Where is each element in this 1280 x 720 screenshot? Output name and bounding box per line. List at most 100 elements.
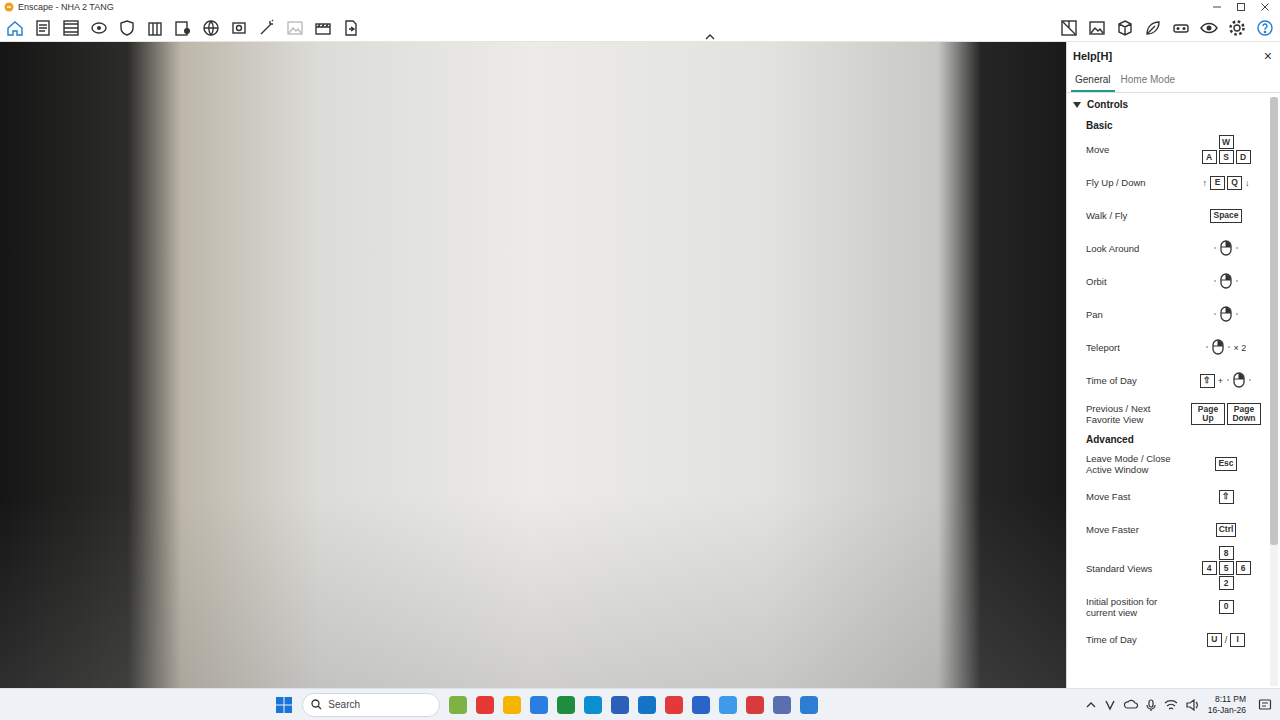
mouse-icon bbox=[1213, 305, 1239, 323]
key-separator: ↑ bbox=[1202, 178, 1209, 188]
key-combo bbox=[1182, 239, 1270, 259]
control-row: Teleport× 2 bbox=[1073, 331, 1270, 364]
control-label: Time of Day bbox=[1086, 634, 1182, 645]
control-row: Leave Mode / Close Active WindowEsc bbox=[1073, 447, 1270, 480]
taskbar-app-icon[interactable] bbox=[557, 696, 575, 714]
taskbar-app-icon[interactable] bbox=[503, 696, 521, 714]
keyboard-key: A bbox=[1202, 150, 1217, 164]
cloud-icon[interactable] bbox=[1124, 699, 1138, 711]
help-close-button[interactable]: × bbox=[1264, 48, 1272, 64]
taskbar-app-icon[interactable] bbox=[638, 696, 656, 714]
collapse-chevron-icon[interactable] bbox=[704, 33, 716, 41]
scrollbar-track[interactable] bbox=[1270, 97, 1278, 686]
taskbar: Search 8:11 PM16-Jan-26 bbox=[0, 688, 1280, 720]
wifi-icon[interactable] bbox=[1164, 699, 1178, 711]
mouse-button bbox=[1205, 338, 1231, 358]
key-row bbox=[1213, 305, 1239, 325]
maximize-icon[interactable] bbox=[1236, 2, 1246, 12]
toolbar-button[interactable] bbox=[256, 17, 278, 39]
section-label: Controls bbox=[1087, 99, 1128, 110]
taskbar-app-icon[interactable] bbox=[611, 696, 629, 714]
control-label: Fly Up / Down bbox=[1086, 177, 1182, 188]
taskbar-app-icon[interactable] bbox=[476, 696, 494, 714]
toolbar-button[interactable] bbox=[228, 17, 250, 39]
key-row: 0 bbox=[1219, 600, 1234, 614]
help-tab[interactable]: Home Mode bbox=[1117, 68, 1179, 92]
windows-start-icon[interactable] bbox=[275, 696, 293, 714]
keyboard-key: 8 bbox=[1219, 546, 1234, 560]
expand-triangle-icon[interactable] bbox=[1073, 102, 1081, 108]
taskbar-app-icon[interactable] bbox=[719, 696, 737, 714]
tray-chevron-icon[interactable] bbox=[1086, 701, 1096, 709]
mouse-icon bbox=[1226, 371, 1252, 389]
control-row: Previous / Next Favorite ViewPage UpPage… bbox=[1073, 397, 1270, 430]
toolbar-button[interactable] bbox=[340, 17, 362, 39]
taskbar-search[interactable]: Search bbox=[302, 693, 440, 717]
taskbar-app-icon[interactable] bbox=[449, 696, 467, 714]
video-icon bbox=[313, 18, 333, 38]
key-row: 8 bbox=[1219, 546, 1234, 560]
volume-icon[interactable] bbox=[1186, 699, 1200, 711]
key-row bbox=[1213, 239, 1239, 259]
toolbar-button[interactable] bbox=[32, 17, 54, 39]
enscape-logo-icon bbox=[4, 2, 14, 12]
toolbar-button[interactable] bbox=[116, 17, 138, 39]
toolbar-button[interactable] bbox=[312, 17, 334, 39]
taskbar-app-icon[interactable] bbox=[692, 696, 710, 714]
taskbar-app-icon[interactable] bbox=[746, 696, 764, 714]
toolbar-button[interactable] bbox=[144, 17, 166, 39]
keyboard-key: Page Down bbox=[1227, 403, 1261, 425]
mouse-icon bbox=[1205, 338, 1231, 356]
control-row: Time of DayU/I bbox=[1073, 623, 1270, 656]
notification-icon[interactable] bbox=[1258, 698, 1272, 712]
group-heading: Basic bbox=[1073, 116, 1270, 133]
toolbar-button[interactable] bbox=[4, 17, 26, 39]
taskbar-app-icon[interactable] bbox=[665, 696, 683, 714]
key-separator: ↓ bbox=[1244, 178, 1251, 188]
taskbar-app-icon[interactable] bbox=[800, 696, 818, 714]
minimize-icon[interactable] bbox=[1212, 2, 1222, 12]
control-row: MoveWASD bbox=[1073, 133, 1270, 166]
toolbar-left bbox=[4, 17, 362, 39]
microphone-icon[interactable] bbox=[1146, 699, 1156, 711]
toolbar-button[interactable] bbox=[1086, 17, 1108, 39]
toolbar-button[interactable] bbox=[1142, 17, 1164, 39]
key-combo: Page UpPage Down bbox=[1182, 403, 1270, 425]
taskbar-app-icon[interactable] bbox=[584, 696, 602, 714]
toolbar-button[interactable] bbox=[60, 17, 82, 39]
control-label: Orbit bbox=[1086, 276, 1182, 287]
toolbar-right bbox=[1058, 17, 1276, 39]
asset-icon bbox=[89, 18, 109, 38]
key-combo: Ctrl bbox=[1182, 523, 1270, 537]
toolbar-button[interactable] bbox=[284, 17, 306, 39]
scrollbar-thumb[interactable] bbox=[1270, 97, 1278, 545]
toolbar-center bbox=[362, 14, 1058, 41]
toolbar-button[interactable] bbox=[200, 17, 222, 39]
toolbar-button[interactable] bbox=[1114, 17, 1136, 39]
tray-app-icon[interactable] bbox=[1104, 699, 1116, 711]
cube-icon bbox=[1115, 18, 1135, 38]
keyboard-key: ⇧ bbox=[1219, 490, 1234, 504]
taskbar-app-icon[interactable] bbox=[530, 696, 548, 714]
close-window-icon[interactable] bbox=[1260, 2, 1270, 12]
toolbar-button[interactable] bbox=[1226, 17, 1248, 39]
group-heading: Advanced bbox=[1073, 430, 1270, 447]
toolbar-button[interactable] bbox=[1254, 17, 1276, 39]
key-combo: ⇧ bbox=[1182, 490, 1270, 504]
search-placeholder: Search bbox=[328, 699, 360, 710]
help-circle-icon bbox=[1255, 18, 1275, 38]
taskbar-app-icon[interactable] bbox=[773, 696, 791, 714]
toolbar-button[interactable] bbox=[172, 17, 194, 39]
keyboard-key: Page Up bbox=[1191, 403, 1225, 425]
map-icon bbox=[1059, 18, 1079, 38]
toolbar-button[interactable] bbox=[1170, 17, 1192, 39]
keyboard-key: 4 bbox=[1202, 561, 1217, 575]
controls-section[interactable]: Controls bbox=[1073, 97, 1270, 116]
toolbar-button[interactable] bbox=[88, 17, 110, 39]
render-viewport[interactable] bbox=[0, 42, 1066, 688]
toolbar-button[interactable] bbox=[1058, 17, 1080, 39]
toolbar-button[interactable] bbox=[1198, 17, 1220, 39]
control-row: Initial position for current view0 bbox=[1073, 590, 1270, 623]
clock[interactable]: 8:11 PM16-Jan-26 bbox=[1208, 694, 1250, 715]
help-tab[interactable]: General bbox=[1071, 68, 1115, 92]
